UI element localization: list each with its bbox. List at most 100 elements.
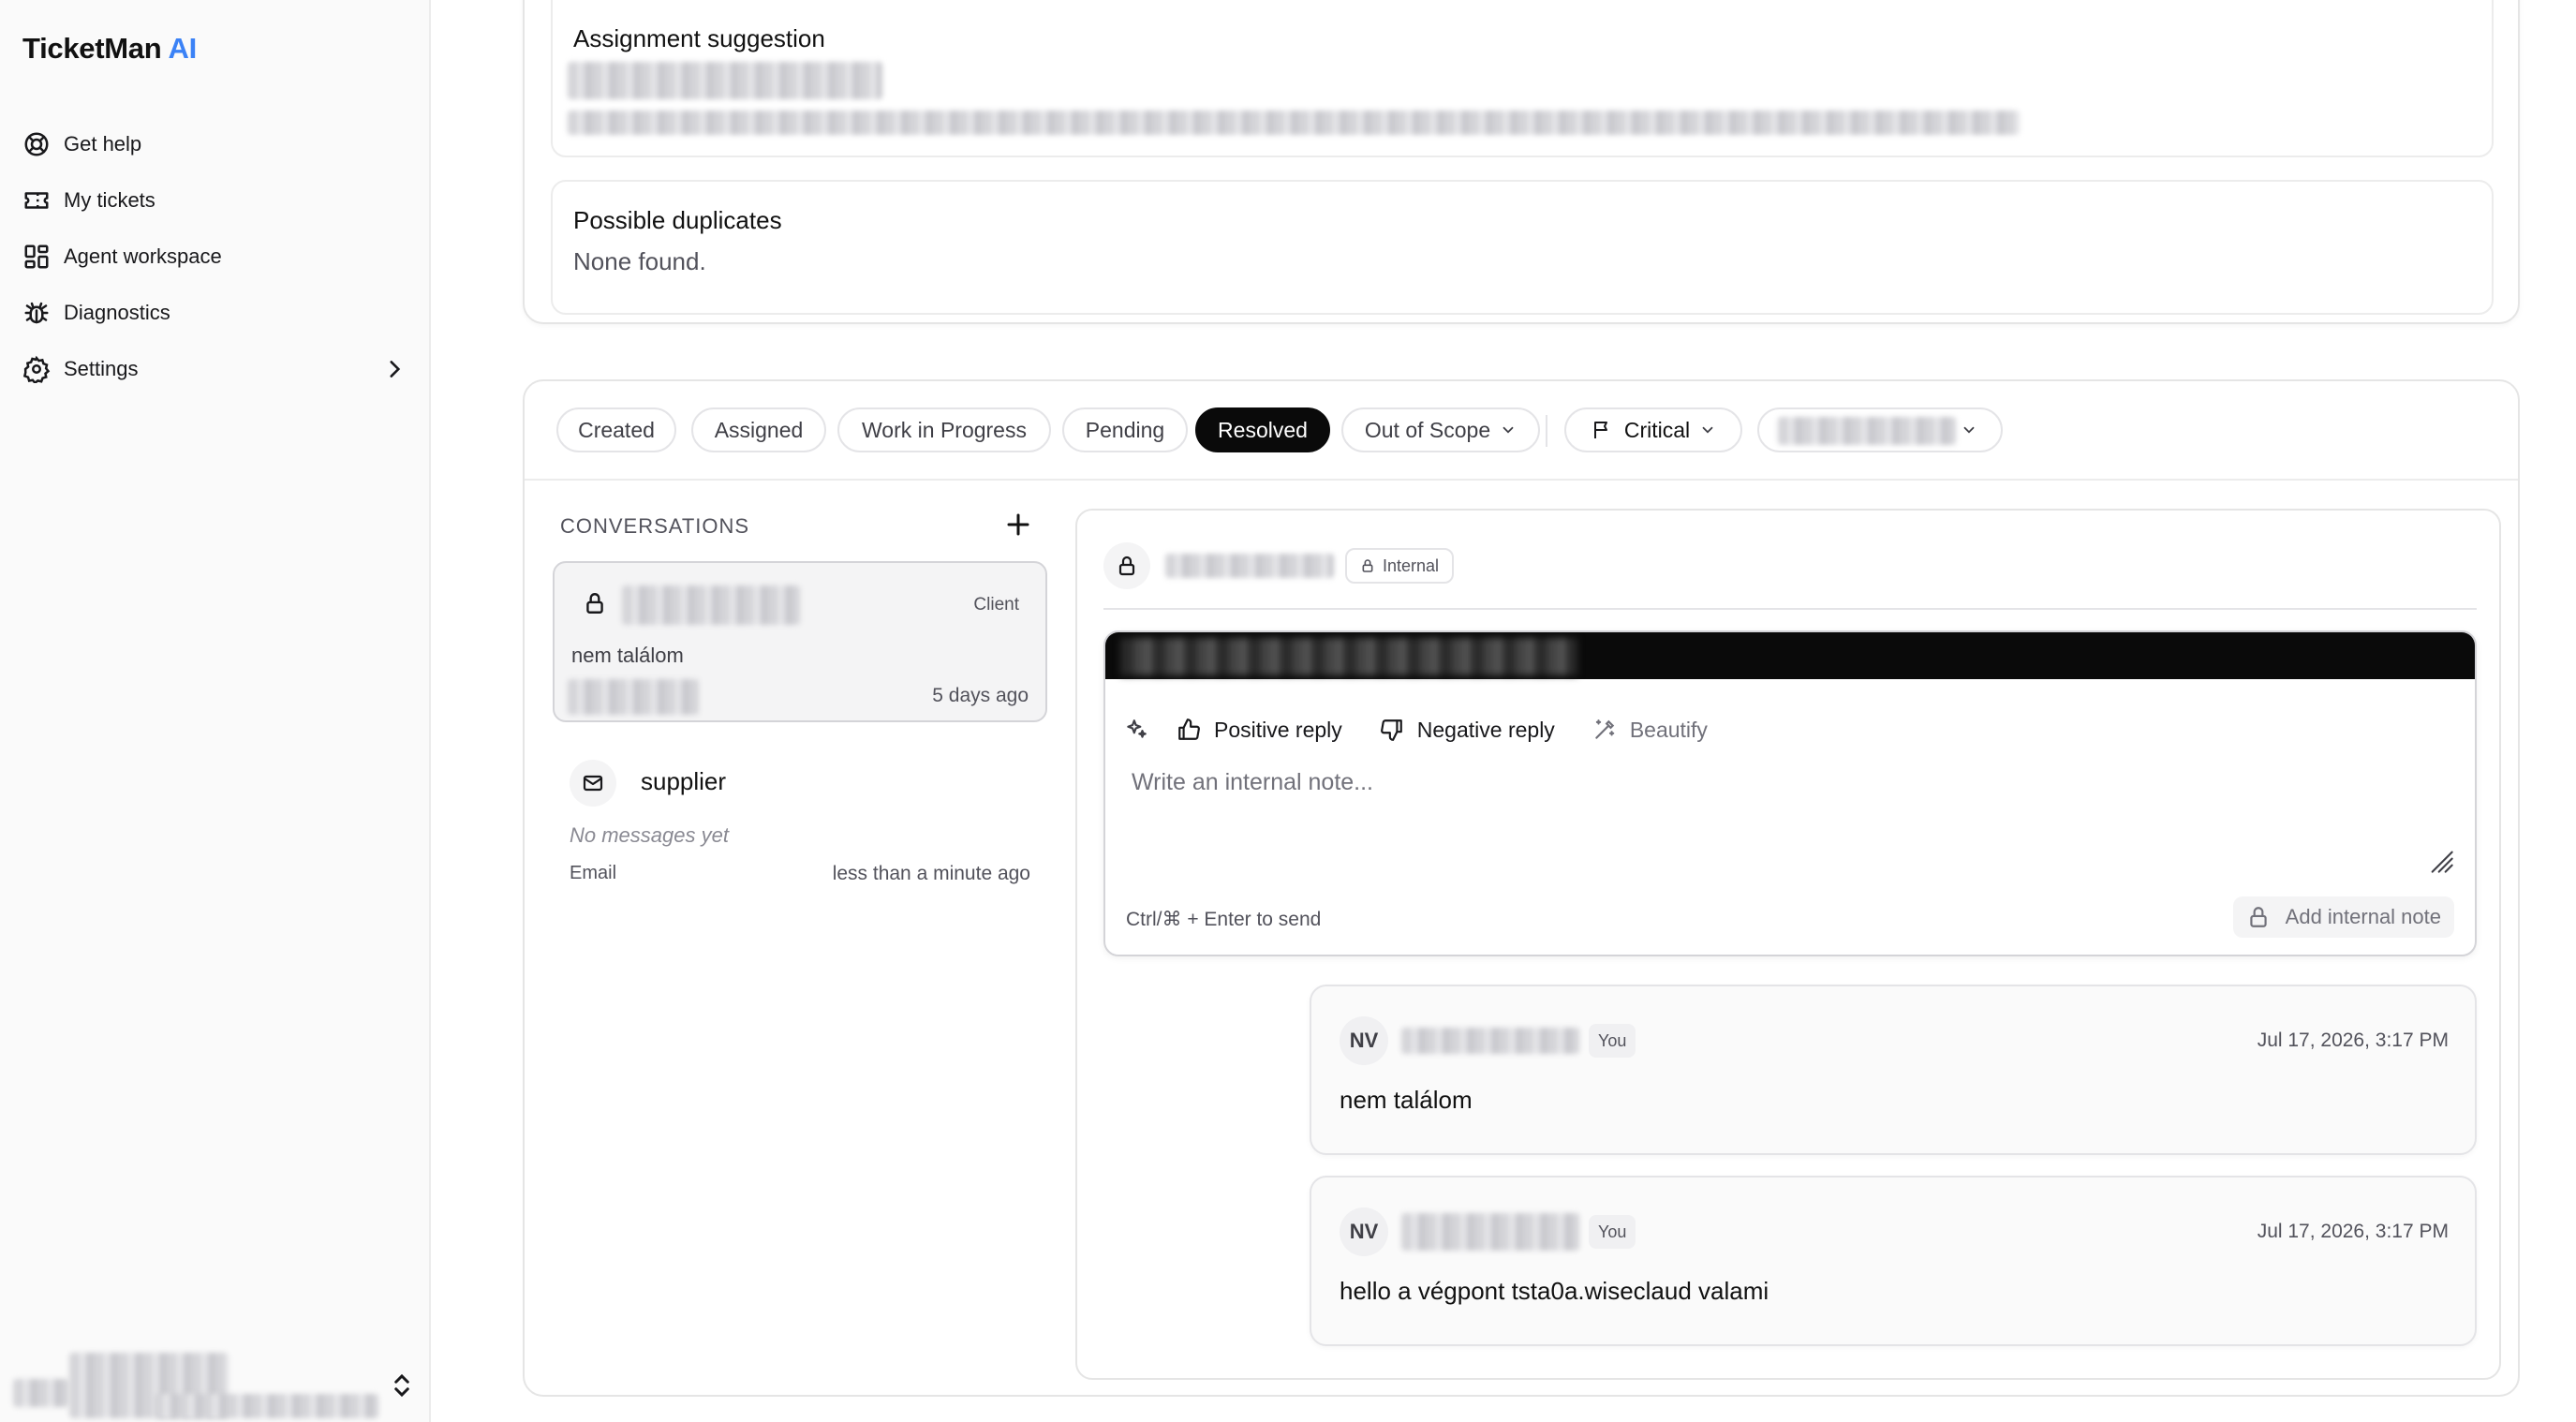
note-composer: Positive reply Negative reply Beautify C…	[1103, 630, 2477, 956]
composer-header	[1105, 632, 2475, 679]
brand-accent: AI	[168, 32, 198, 65]
status-created[interactable]: Created	[556, 407, 676, 452]
sidebar-item-label: Settings	[64, 357, 139, 380]
thread-divider	[1103, 608, 2477, 610]
conversation-channel: Email	[570, 863, 617, 883]
duplicates-title: Possible duplicates	[573, 206, 782, 234]
sidebar: TicketMan AI Get help My tickets Agent w…	[0, 0, 431, 1422]
conversations-heading: CONVERSATIONS	[560, 514, 750, 538]
add-conversation-icon[interactable]	[1004, 511, 1032, 539]
conversation-time: less than a minute ago	[832, 863, 1030, 884]
beautify-label: Beautify	[1629, 717, 1708, 742]
sidebar-item-label: Agent workspace	[64, 244, 222, 268]
priority-dropdown[interactable]: Critical	[1564, 407, 1742, 452]
message-timestamp: Jul 17, 2026, 3:17 PM	[2257, 1221, 2449, 1242]
message-card: NV You Jul 17, 2026, 3:17 PM hello a vég…	[1310, 1176, 2477, 1346]
send-shortcut-hint: Ctrl/⌘ + Enter to send	[1126, 909, 1322, 930]
lock-icon	[2249, 907, 2267, 927]
chevron-right-icon	[390, 361, 401, 378]
bug-icon	[24, 302, 49, 324]
conversation-item-client[interactable]: Client nem találom 5 days ago	[553, 561, 1047, 722]
internal-note-input[interactable]	[1132, 769, 2424, 863]
status-assigned[interactable]: Assigned	[691, 407, 826, 452]
ticket-detail-card: Created Assigned Work in Progress Pendin…	[523, 379, 2520, 1397]
user-email-redacted	[154, 1394, 378, 1418]
flag-icon	[1593, 422, 1607, 438]
magic-wand-icon	[1595, 719, 1615, 739]
message-author-redacted	[1401, 1028, 1579, 1054]
brand-logo[interactable]: TicketMan AI	[22, 32, 197, 66]
positive-reply-label: Positive reply	[1214, 717, 1342, 742]
composer-header-redacted	[1120, 638, 1577, 675]
conversation-tag: Client	[973, 595, 1019, 615]
client-name-redacted	[622, 585, 800, 625]
conversation-last-message: nem találom	[571, 644, 684, 667]
lock-icon	[586, 593, 603, 614]
status-bar: Created Assigned Work in Progress Pendin…	[525, 381, 2518, 481]
ticket-icon	[24, 192, 49, 209]
you-badge: You	[1589, 1215, 1636, 1249]
resize-handle-icon[interactable]	[2428, 848, 2454, 874]
avatar: NV	[1340, 1207, 1388, 1256]
thread-name-redacted	[1165, 554, 1334, 578]
app-root: TicketMan AI Get help My tickets Agent w…	[0, 0, 2576, 1422]
status-pending[interactable]: Pending	[1062, 407, 1188, 452]
chevrons-up-down-icon	[394, 1373, 409, 1398]
chevron-down-icon	[1503, 426, 1514, 434]
conversation-time: 5 days ago	[932, 685, 1029, 706]
thumbs-up-icon	[1178, 718, 1200, 740]
negative-reply-label: Negative reply	[1416, 717, 1555, 742]
gear-icon	[22, 355, 51, 383]
duplicates-text: None found.	[573, 247, 706, 275]
sidebar-item-settings[interactable]: Settings	[22, 341, 407, 397]
sparkles-icon[interactable]	[1124, 718, 1148, 742]
you-badge: You	[1589, 1024, 1636, 1058]
conversation-last-message: No messages yet	[570, 823, 729, 847]
message-text: nem találom	[1340, 1086, 1473, 1114]
sidebar-item-get-help[interactable]: Get help	[22, 116, 407, 172]
conversation-thread: Internal Positive reply Negative reply B…	[1075, 509, 2501, 1380]
sidebar-nav: Get help My tickets Agent workspace Diag…	[22, 116, 407, 397]
lifebuoy-icon	[24, 132, 49, 156]
status-divider	[1546, 415, 1547, 447]
sidebar-item-label: My tickets	[64, 188, 155, 212]
beautify-button[interactable]: Beautify	[1592, 718, 1708, 743]
add-internal-note-label: Add internal note	[2285, 905, 2441, 928]
chevron-down-icon	[1963, 426, 1975, 434]
internal-badge-label: Internal	[1383, 555, 1440, 575]
sidebar-item-my-tickets[interactable]: My tickets	[22, 172, 407, 229]
conversation-meta-redacted	[568, 679, 699, 715]
composer-toolbar: Positive reply Negative reply Beautify	[1124, 711, 1745, 748]
chevron-down-icon	[1702, 426, 1713, 434]
user-menu[interactable]	[13, 1343, 416, 1422]
out-of-scope-label: Out of Scope	[1364, 417, 1491, 442]
status-work-in-progress[interactable]: Work in Progress	[837, 407, 1051, 452]
mail-icon-wrap	[570, 760, 616, 807]
lock-icon	[1362, 559, 1373, 572]
status-resolved[interactable]: Resolved	[1195, 407, 1330, 452]
message-author-redacted	[1401, 1213, 1579, 1251]
assignment-suggestion-panel: Assignment suggestion	[551, 0, 2494, 157]
message-timestamp: Jul 17, 2026, 3:17 PM	[2257, 1029, 2449, 1051]
brand-name: TicketMan	[22, 32, 162, 65]
assignee-dropdown[interactable]	[1757, 407, 2003, 452]
priority-label: Critical	[1623, 417, 1691, 442]
assignment-reason-redacted	[568, 111, 2020, 135]
ai-insights-card: Assignment suggestion Possible duplicate…	[523, 0, 2520, 324]
assignee-name-redacted	[1778, 417, 1956, 445]
message-card: NV You Jul 17, 2026, 3:17 PM nem találom	[1310, 985, 2477, 1155]
negative-reply-button[interactable]: Negative reply	[1380, 718, 1555, 743]
sidebar-item-diagnostics[interactable]: Diagnostics	[22, 285, 407, 341]
user-initials-redacted	[13, 1379, 69, 1407]
positive-reply-button[interactable]: Positive reply	[1177, 718, 1342, 743]
add-internal-note-button[interactable]: Add internal note	[2232, 896, 2454, 938]
assignment-title: Assignment suggestion	[573, 24, 825, 52]
sidebar-item-label: Diagnostics	[64, 301, 170, 324]
mail-icon	[583, 775, 603, 792]
sidebar-item-agent-workspace[interactable]: Agent workspace	[22, 229, 407, 285]
thumbs-down-icon	[1380, 719, 1402, 741]
lock-icon-wrap	[1103, 542, 1150, 589]
conversation-item-supplier[interactable]: supplier No messages yet Email less than…	[553, 747, 1047, 906]
possible-duplicates-panel: Possible duplicates None found.	[551, 180, 2494, 315]
status-out-of-scope-dropdown[interactable]: Out of Scope	[1341, 407, 1540, 452]
